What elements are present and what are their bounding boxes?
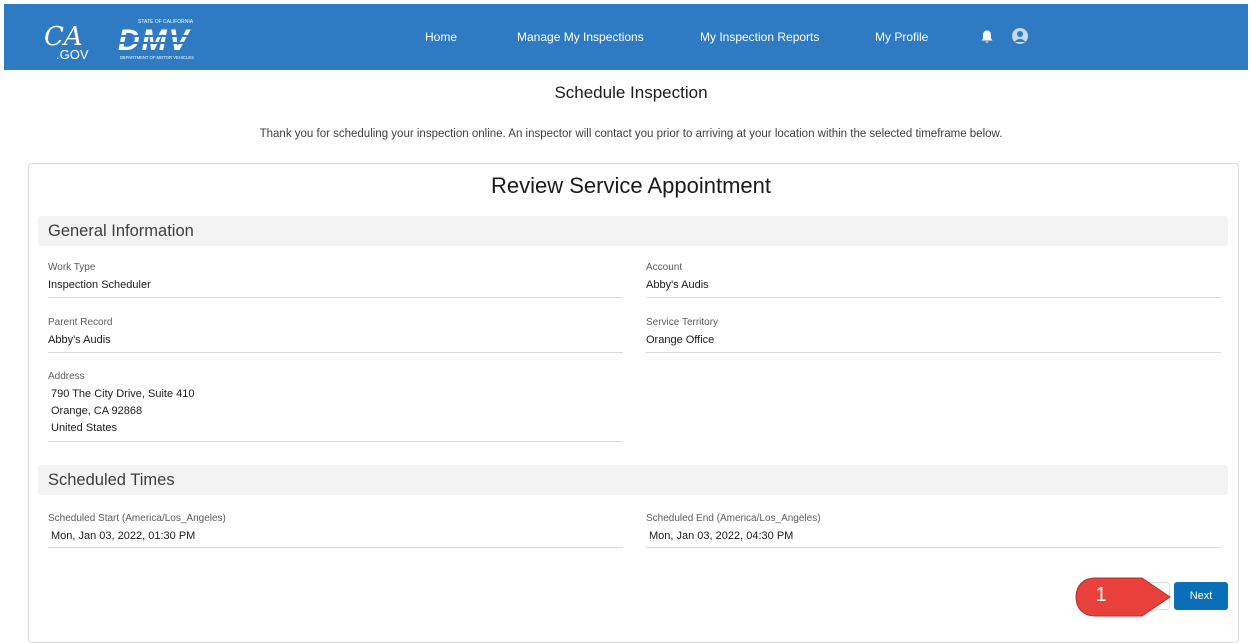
account-label: Account <box>646 262 683 273</box>
address-line-2: Orange, CA 92868 <box>51 405 143 417</box>
avatar-icon[interactable] <box>1012 28 1028 44</box>
dmv-logo-text: DMV <box>118 24 192 57</box>
section-scheduled-times[interactable]: Scheduled Times <box>38 465 1228 495</box>
field-work-type: Work Type Inspection Scheduler <box>48 262 623 298</box>
field-service-territory: Service Territory Orange Office <box>646 317 1221 353</box>
address-line-3: United States <box>51 422 118 434</box>
parent-record-value: Abby's Audis <box>48 334 111 346</box>
section-times-heading: Scheduled Times <box>48 471 175 489</box>
next-button[interactable]: Next <box>1174 582 1228 610</box>
scheduled-end-label: Scheduled End (America/Los_Angeles) <box>646 513 821 524</box>
section-general-information[interactable]: General Information <box>38 216 1228 246</box>
service-territory-value: Orange Office <box>646 334 715 346</box>
field-scheduled-start: Scheduled Start (America/Los_Angeles) Mo… <box>48 513 623 548</box>
field-address: Address 790 The City Drive, Suite 410 Or… <box>48 371 623 442</box>
parent-record-label: Parent Record <box>48 317 113 328</box>
page-title: Schedule Inspection <box>554 83 708 102</box>
scheduled-end-value: Mon, Jan 03, 2022, 04:30 PM <box>649 530 794 542</box>
top-nav-bar: CA .GOV STATE OF CALIFORNIA DMV DEPARTME… <box>4 4 1248 70</box>
section-general-heading: General Information <box>48 222 194 240</box>
address-label: Address <box>48 371 85 382</box>
work-type-value: Inspection Scheduler <box>48 279 151 291</box>
work-type-label: Work Type <box>48 262 96 273</box>
bell-icon[interactable] <box>980 29 994 45</box>
ca-gov-logo[interactable]: CA .GOV <box>44 24 89 62</box>
scheduled-start-label: Scheduled Start (America/Los_Angeles) <box>48 513 226 524</box>
ca-logo-suffix: .GOV <box>56 47 89 62</box>
account-value: Abby's Audis <box>646 279 709 291</box>
dmv-logo-dept: DEPARTMENT OF MOTOR VEHICLES <box>120 55 194 60</box>
field-parent-record: Parent Record Abby's Audis <box>48 317 623 353</box>
nav-my-profile[interactable]: My Profile <box>875 30 928 44</box>
address-line-1: 790 The City Drive, Suite 410 <box>51 388 195 400</box>
field-account: Account Abby's Audis <box>646 262 1221 298</box>
dmv-logo[interactable]: STATE OF CALIFORNIA DMV DEPARTMENT OF MO… <box>116 16 228 62</box>
nav-home[interactable]: Home <box>425 30 457 44</box>
field-scheduled-end: Scheduled End (America/Los_Angeles) Mon,… <box>646 513 1221 548</box>
card-title: Review Service Appointment <box>490 173 772 198</box>
nav-manage-inspections[interactable]: Manage My Inspections <box>517 30 644 44</box>
scheduled-start-value: Mon, Jan 03, 2022, 01:30 PM <box>51 530 196 542</box>
nav-inspection-reports[interactable]: My Inspection Reports <box>700 30 819 44</box>
step-number: 1 <box>1095 584 1107 606</box>
service-territory-label: Service Territory <box>646 317 719 328</box>
page-intro-text: Thank you for scheduling your inspection… <box>259 128 1003 140</box>
